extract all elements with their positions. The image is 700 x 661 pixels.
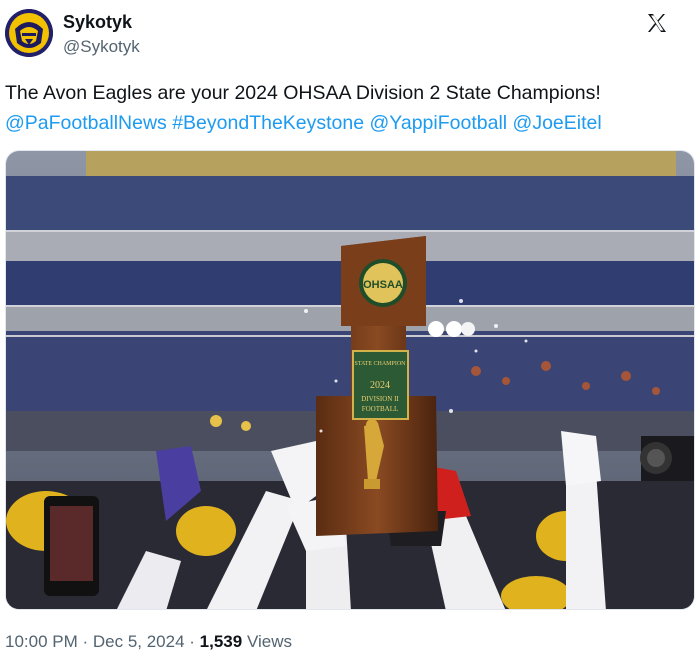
tweet-meta: 10:00 PM · Dec 5, 2024 · 1,539 Views [5,632,292,651]
trophy-photo-icon: OHSAA STATE CHAMPION 2024 DIVISION II FO… [6,151,694,609]
avatar[interactable] [5,9,53,57]
trophy-badge-text: OHSAA [363,279,403,291]
mention-yappifootball[interactable]: @YappiFootball [370,112,508,134]
views-label: Views [246,632,292,651]
tweet-media-photo[interactable]: OHSAA STATE CHAMPION 2024 DIVISION II FO… [5,150,695,610]
author-handle[interactable]: @Sykotyk [63,37,140,57]
x-logo-icon[interactable] [646,12,668,34]
tweet-time[interactable]: 10:00 PM [5,632,78,651]
mention-pafootballnews[interactable]: @PaFootballNews [5,112,167,134]
plate-line-1: STATE CHAMPION [354,361,406,367]
plate-line-4: FOOTBALL [362,405,399,413]
views-count: 1,539 [199,632,243,651]
mention-joeeitel[interactable]: @JoeEitel [513,112,602,134]
author-name[interactable]: Sykotyk [63,12,132,33]
plate-line-2: 2024 [370,380,390,391]
plate-line-3: DIVISION II [361,395,399,403]
hashtag-beyondthekeystone[interactable]: #BeyondTheKeystone [172,112,364,134]
tweet-body: The Avon Eagles are your 2024 OHSAA Divi… [5,82,601,104]
tweet-text: The Avon Eagles are your 2024 OHSAA Divi… [5,78,695,138]
eagle-mascot-avatar-icon [5,9,53,57]
tweet-date[interactable]: Dec 5, 2024 [93,632,185,651]
